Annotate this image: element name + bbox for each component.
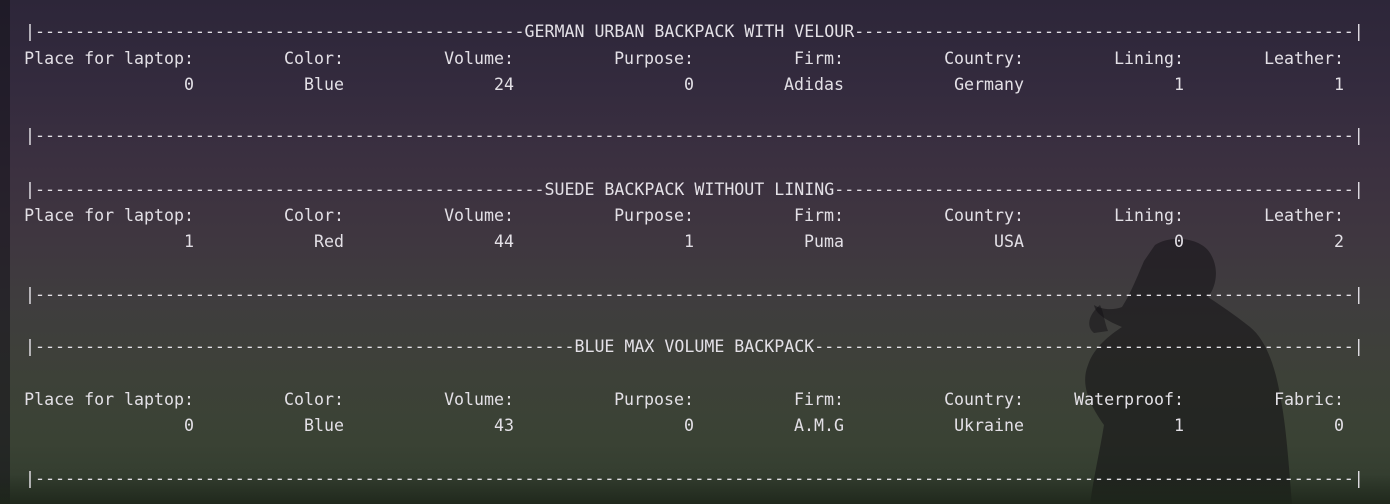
- column-value: Germany: [954, 75, 1024, 94]
- column-value: A.M.G: [794, 416, 844, 435]
- column-header: Country:: [944, 206, 1024, 225]
- column-value: Blue: [304, 75, 344, 94]
- column-value: 0: [1334, 416, 1344, 435]
- column-header: Leather:: [1264, 206, 1344, 225]
- column-value: 0: [684, 416, 694, 435]
- column-value: Ukraine: [954, 416, 1024, 435]
- column-value: 24: [494, 75, 514, 94]
- column-value: 0: [1174, 232, 1184, 251]
- column-header: Country:: [944, 49, 1024, 68]
- column-value: USA: [994, 232, 1024, 251]
- column-header: Lining:: [1114, 206, 1184, 225]
- column-header: Place for laptop:: [24, 49, 194, 68]
- column-value: 1: [184, 232, 194, 251]
- column-value: Puma: [804, 232, 844, 251]
- column-header: Color:: [284, 206, 344, 225]
- column-header: Volume:: [444, 49, 514, 68]
- column-value: 2: [1334, 232, 1344, 251]
- column-header: Fabric:: [1274, 390, 1344, 409]
- section-title-bar: |---------------------------------------…: [25, 22, 1364, 41]
- column-header: Volume:: [444, 206, 514, 225]
- column-value: 1: [1334, 75, 1344, 94]
- column-value: Red: [314, 232, 344, 251]
- column-header: Place for laptop:: [24, 390, 194, 409]
- column-header: Leather:: [1264, 49, 1344, 68]
- column-value: 1: [1174, 75, 1184, 94]
- column-value: Blue: [304, 416, 344, 435]
- column-header: Place for laptop:: [24, 206, 194, 225]
- column-value: 43: [494, 416, 514, 435]
- column-value: 0: [184, 416, 194, 435]
- column-header: Firm:: [794, 390, 844, 409]
- section-title-bar: |---------------------------------------…: [25, 180, 1364, 199]
- column-header: Firm:: [794, 206, 844, 225]
- column-header: Country:: [944, 390, 1024, 409]
- terminal-output: |---------------------------------------…: [0, 0, 1390, 504]
- section-end-bar: |---------------------------------------…: [25, 126, 1364, 145]
- column-header: Color:: [284, 49, 344, 68]
- column-header: Purpose:: [614, 49, 694, 68]
- column-header: Color:: [284, 390, 344, 409]
- column-value: 0: [184, 75, 194, 94]
- section-end-bar: |---------------------------------------…: [25, 285, 1364, 304]
- column-header: Purpose:: [614, 390, 694, 409]
- column-header: Waterproof:: [1074, 390, 1184, 409]
- column-header: Purpose:: [614, 206, 694, 225]
- column-value: 1: [684, 232, 694, 251]
- column-header: Lining:: [1114, 49, 1184, 68]
- section-end-bar: |---------------------------------------…: [25, 469, 1364, 488]
- column-value: 44: [494, 232, 514, 251]
- section-title-bar: |---------------------------------------…: [25, 337, 1364, 356]
- column-value: 0: [684, 75, 694, 94]
- column-header: Firm:: [794, 49, 844, 68]
- column-value: 1: [1174, 416, 1184, 435]
- column-header: Volume:: [444, 390, 514, 409]
- column-value: Adidas: [784, 75, 844, 94]
